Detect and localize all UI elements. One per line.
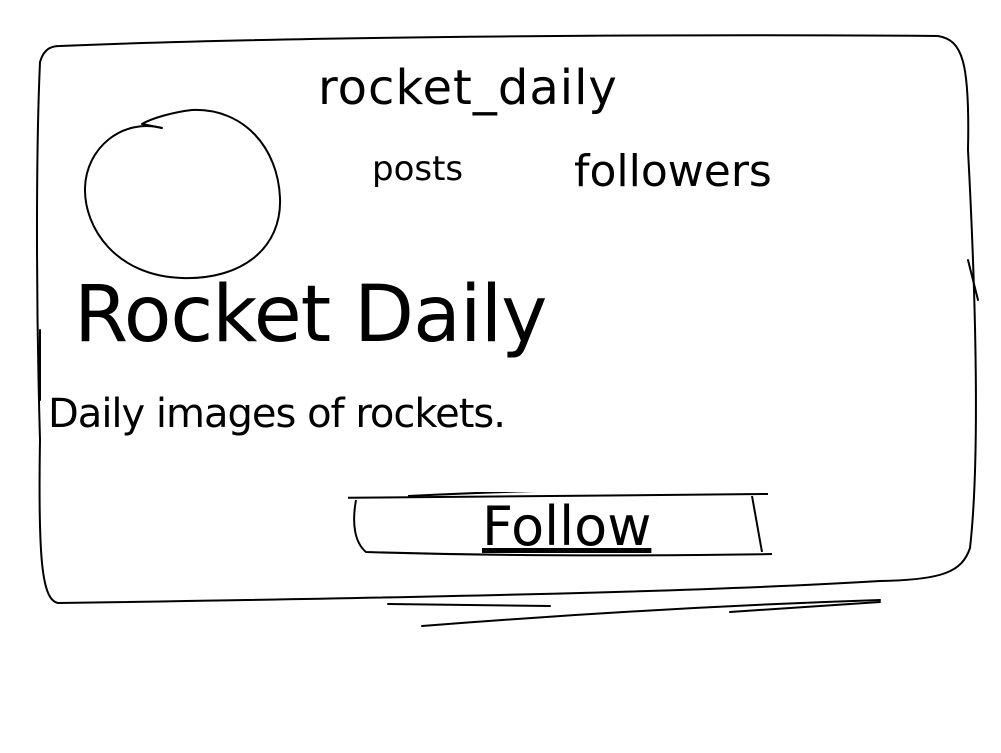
avatar-circle — [83, 108, 282, 280]
username: rocket_daily — [318, 60, 618, 116]
posts-stat-label[interactable]: posts — [372, 152, 463, 186]
follow-button-label: Follow — [482, 495, 652, 558]
followers-stat-label[interactable]: followers — [574, 150, 772, 194]
avatar — [82, 108, 284, 282]
follow-button[interactable]: Follow — [348, 492, 772, 558]
bio-text: Daily images of rockets. — [48, 391, 506, 437]
display-name: Rocket Daily — [74, 270, 547, 360]
